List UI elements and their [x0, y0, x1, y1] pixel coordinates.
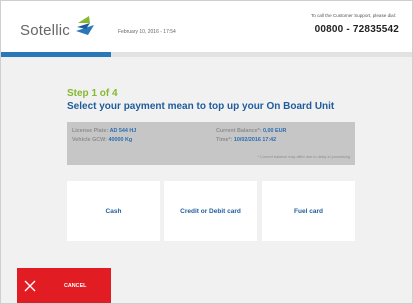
license-plate-value: AD 544 HJ — [109, 128, 137, 134]
vehicle-gcw-row: Vehicle GCW: 40000 Kg — [72, 137, 132, 143]
brand-logo-icon — [76, 16, 94, 35]
page-title: Select your payment mean to top up your … — [67, 101, 335, 112]
step-indicator: Step 1 of 4 — [67, 88, 118, 99]
current-balance-label: Current Balance*: — [216, 128, 264, 134]
cancel-button[interactable]: CANCEL — [17, 268, 111, 304]
card-option-button[interactable]: Credit or Debit card — [164, 181, 257, 241]
current-balance-row: Current Balance*: 0,00 EUR — [216, 128, 286, 134]
vehicle-gcw-value: 40000 Kg — [108, 137, 133, 143]
vehicle-info-panel: License Plate: AD 544 HJ Vehicle GCW: 40… — [67, 122, 355, 165]
footer: CANCEL — [0, 268, 413, 304]
license-plate-label: License Plate: — [72, 128, 110, 134]
support-label: To call the Customer Support, please dia… — [310, 13, 396, 18]
fuel-card-option-button[interactable]: Fuel card — [262, 181, 355, 241]
balance-time-value: 10/02/2016 17:42 — [233, 137, 277, 143]
cash-option-button[interactable]: Cash — [67, 181, 160, 241]
license-plate-row: License Plate: AD 544 HJ — [72, 128, 136, 134]
balance-time-label: Time*: — [216, 137, 234, 143]
vehicle-gcw-label: Vehicle GCW: — [72, 137, 109, 143]
balance-disclaimer: * Current balance may differ due to dela… — [257, 155, 350, 159]
cancel-label: CANCEL — [64, 283, 87, 289]
current-balance-value: 0,00 EUR — [263, 128, 287, 134]
current-datetime: February 10, 2016 - 17:54 — [118, 29, 176, 35]
balance-time-row: Time*: 10/02/2016 17:42 — [216, 137, 276, 143]
header: Sotellic February 10, 2016 - 17:54 To ca… — [0, 0, 413, 52]
support-phone-number: 00800 - 72835542 — [314, 24, 399, 35]
payment-options: Cash Credit or Debit card Fuel card — [67, 181, 355, 241]
close-icon — [24, 280, 36, 292]
main-content: Step 1 of 4 Select your payment mean to … — [0, 57, 413, 268]
brand-logo-text: Sotellic — [20, 22, 70, 39]
